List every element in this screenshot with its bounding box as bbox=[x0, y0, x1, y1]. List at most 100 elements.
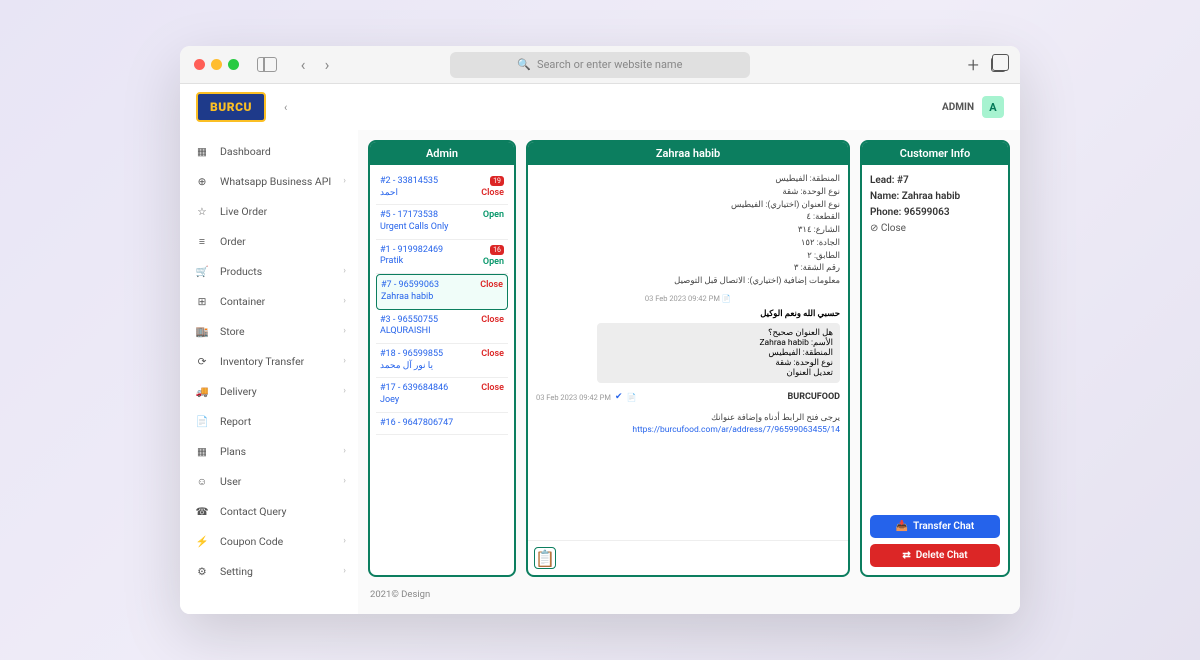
sidebar-item-order[interactable]: ≡Order bbox=[180, 226, 358, 256]
customer-phone: Phone: 96599063 bbox=[870, 205, 1000, 221]
lead-item[interactable]: #16 - 9647806747 bbox=[376, 413, 508, 436]
sidebar-item-inventory-transfer[interactable]: ⟳Inventory Transfer› bbox=[180, 346, 358, 376]
sidebar-icon: ⚙ bbox=[194, 563, 210, 579]
sidebar-item-whatsapp-business-api[interactable]: ⊕Whatsapp Business API› bbox=[180, 166, 358, 196]
minimize-window-dot[interactable] bbox=[211, 59, 222, 70]
lead-id: Lead: #7 bbox=[870, 173, 1000, 189]
chat-url[interactable]: https://burcufood.com/ar/address/7/96599… bbox=[536, 425, 840, 435]
lead-item[interactable]: #17 - 639684846JoeyClose bbox=[376, 378, 508, 412]
chevron-right-icon: › bbox=[343, 476, 346, 486]
avatar[interactable]: A bbox=[982, 96, 1004, 118]
sidebar-icon: ⊕ bbox=[194, 173, 210, 189]
chat-bubble-line: المنطقة: الفيطيس bbox=[604, 348, 833, 358]
chat-line: المنطقة: الفيطيس bbox=[536, 173, 840, 186]
sidebar-item-live-order[interactable]: ☆Live Order bbox=[180, 196, 358, 226]
chat-line: معلومات إضافية (اختياري): الاتصال قبل ال… bbox=[536, 275, 840, 288]
sidebar-item-contact-query[interactable]: ☎Contact Query bbox=[180, 496, 358, 526]
sidebar-item-coupon-code[interactable]: ⚡Coupon Code› bbox=[180, 526, 358, 556]
lead-item[interactable]: #3 - 96550755ALQURAISHIClose bbox=[376, 310, 508, 344]
admin-panel: Admin #2 - 33814535احمد19Close#5 - 17173… bbox=[368, 140, 516, 577]
attachment-button[interactable]: 📋 bbox=[534, 547, 556, 569]
sidebar-item-store[interactable]: 🏬 Store › bbox=[180, 316, 358, 346]
chat-input-area: 📋 bbox=[528, 540, 848, 575]
tabs-button[interactable] bbox=[991, 57, 1006, 72]
lead-item[interactable]: #5 - 17173538Urgent Calls OnlyOpen bbox=[376, 205, 508, 239]
sidebar-item-label: Dashboard bbox=[220, 145, 271, 158]
sidebar-icon: 🏬 bbox=[194, 323, 210, 339]
sidebar-toggle-icon[interactable] bbox=[257, 57, 277, 72]
sidebar-icon: ☎ bbox=[194, 503, 210, 519]
close-status[interactable]: ⊘ Close bbox=[870, 221, 1000, 237]
new-tab-button[interactable]: + bbox=[968, 53, 979, 77]
sidebar-item-setting[interactable]: ⚙ Setting › bbox=[180, 556, 358, 586]
customer-info-panel: Customer Info Lead: #7 Name: Zahraa habi… bbox=[860, 140, 1010, 577]
chevron-right-icon: › bbox=[343, 536, 346, 546]
reply-icon: 📄 bbox=[627, 393, 637, 402]
footer-text: 2021© Design bbox=[368, 585, 1010, 604]
lead-status: Open bbox=[483, 210, 504, 220]
lead-item[interactable]: #1 - 919982469Pratik16Open bbox=[376, 240, 508, 274]
browser-window: ‹ › 🔍 Search or enter website name + BUR… bbox=[180, 46, 1020, 614]
back-button[interactable]: ‹ bbox=[293, 55, 313, 75]
panels-row: Admin #2 - 33814535احمد19Close#5 - 17173… bbox=[368, 140, 1010, 577]
maximize-window-dot[interactable] bbox=[228, 59, 239, 70]
sidebar-item-dashboard[interactable]: ▦Dashboard bbox=[180, 136, 358, 166]
sidebar-item-products[interactable]: 🛒Products› bbox=[180, 256, 358, 286]
info-actions: 📥 Transfer Chat ⇄ Delete Chat bbox=[862, 507, 1008, 575]
info-body: Lead: #7 Name: Zahraa habib Phone: 96599… bbox=[862, 165, 1008, 245]
sidebar-item-label: Store bbox=[220, 325, 245, 338]
close-window-dot[interactable] bbox=[194, 59, 205, 70]
chat-line: القطعة: ٤ bbox=[536, 211, 840, 224]
sidebar-item-user[interactable]: ☺User› bbox=[180, 466, 358, 496]
forward-button[interactable]: › bbox=[317, 55, 337, 75]
lead-status: Close bbox=[481, 188, 504, 198]
sidebar-item-report[interactable]: 📄Report bbox=[180, 406, 358, 436]
lead-item[interactable]: #18 - 96599855يا نور آل محمدClose bbox=[376, 344, 508, 378]
sidebar-icon: ▦ bbox=[194, 443, 210, 459]
chevron-right-icon: › bbox=[343, 296, 346, 306]
sidebar-item-label: Report bbox=[220, 415, 251, 428]
sidebar-item-label: User bbox=[220, 475, 241, 488]
traffic-lights bbox=[194, 59, 239, 70]
sidebar-item-container[interactable]: ⊞ Container › bbox=[180, 286, 358, 316]
user-role-label: ADMIN bbox=[942, 102, 974, 113]
url-placeholder: Search or enter website name bbox=[537, 58, 682, 71]
app-body: ▦Dashboard⊕Whatsapp Business API›☆Live O… bbox=[180, 130, 1020, 614]
transfer-icon: 📥 bbox=[896, 521, 908, 532]
sidebar-icon: ⊞ bbox=[194, 293, 210, 309]
user-area[interactable]: ADMIN A bbox=[942, 96, 1004, 118]
sidebar-item-label: Live Order bbox=[220, 205, 267, 218]
info-panel-title: Customer Info bbox=[862, 142, 1008, 165]
sidebar-item-label: Whatsapp Business API bbox=[220, 175, 331, 188]
chevron-right-icon: › bbox=[343, 566, 346, 576]
chat-body: المنطقة: الفيطيسنوع الوحدة: شقةنوع العنو… bbox=[528, 165, 848, 540]
lead-item[interactable]: #7 - 96599063Zahraa habibClose bbox=[376, 274, 508, 309]
sidebar-item-label: Setting bbox=[220, 565, 253, 578]
chat-timestamp: 03 Feb 2023 09:42 PM 📄 bbox=[536, 294, 840, 303]
browser-toolbar: ‹ › 🔍 Search or enter website name + bbox=[180, 46, 1020, 84]
transfer-chat-button[interactable]: 📥 Transfer Chat bbox=[870, 515, 1000, 538]
chat-line: الجادة: ١٥٢ bbox=[536, 237, 840, 250]
chevron-right-icon: › bbox=[343, 266, 346, 276]
url-bar[interactable]: 🔍 Search or enter website name bbox=[450, 52, 750, 78]
sidebar-item-label: Container bbox=[220, 295, 265, 308]
sidebar-item-plans[interactable]: ▦Plans› bbox=[180, 436, 358, 466]
sidebar-item-label: Coupon Code bbox=[220, 535, 283, 548]
admin-panel-title: Admin bbox=[370, 142, 514, 165]
sidebar-collapse-button[interactable]: ‹ bbox=[284, 101, 287, 114]
customer-name: Name: Zahraa habib bbox=[870, 189, 1000, 205]
lead-status: Close bbox=[481, 383, 504, 393]
chat-bubble-line: تعديل العنوان bbox=[604, 368, 833, 378]
chat-line: الطابق: ٢ bbox=[536, 250, 840, 263]
leads-list: #2 - 33814535احمد19Close#5 - 17173538Urg… bbox=[370, 165, 514, 575]
sidebar-icon: 🚚 bbox=[194, 383, 210, 399]
sidebar-item-label: Products bbox=[220, 265, 262, 278]
lead-item[interactable]: #2 - 33814535احمد19Close bbox=[376, 171, 508, 205]
chat-panel: Zahraa habib المنطقة: الفيطيسنوع الوحدة:… bbox=[526, 140, 850, 577]
count-badge: 19 bbox=[490, 176, 504, 186]
delete-chat-button[interactable]: ⇄ Delete Chat bbox=[870, 544, 1000, 567]
sidebar-item-label: Order bbox=[220, 235, 246, 248]
chevron-right-icon: › bbox=[343, 326, 346, 336]
chat-timestamp-2: 03 Feb 2023 09:42 PM bbox=[536, 393, 611, 402]
sidebar-item-delivery[interactable]: 🚚Delivery› bbox=[180, 376, 358, 406]
